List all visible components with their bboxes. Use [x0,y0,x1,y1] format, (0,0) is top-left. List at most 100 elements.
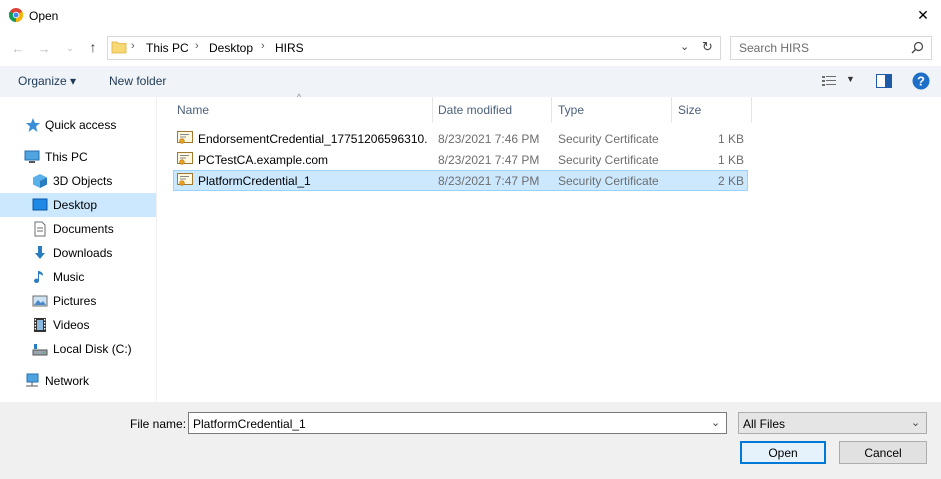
desktop-icon [32,198,48,211]
sidebar-item-label: 3D Objects [53,174,113,188]
sidebar-item-3d-objects[interactable]: 3D Objects [0,169,156,193]
local-disk-icon [32,344,48,356]
navigation-pane: Quick access This PC 3D Objects Desktop … [0,97,156,402]
sidebar-item-documents[interactable]: Documents [0,217,156,241]
command-bar: Organize ▾ New folder ▼ ? [0,66,941,97]
sidebar-item-quick-access[interactable]: Quick access [0,113,156,137]
sidebar-item-network[interactable]: Network [0,369,156,393]
sidebar-item-label: Music [53,270,85,284]
column-header-label: Name [177,103,210,117]
preview-pane-icon[interactable] [876,74,892,88]
sidebar-item-pictures[interactable]: Pictures [0,289,156,313]
sidebar-item-label: Network [45,374,90,388]
svg-text:?: ? [917,74,925,89]
chevron-down-icon[interactable]: ⌄ [711,416,720,429]
sidebar-item-label: Downloads [53,246,113,260]
new-folder-button[interactable]: New folder [109,74,166,88]
sidebar-item-desktop[interactable]: Desktop [0,193,156,217]
refresh-icon[interactable]: ↻ [702,39,713,55]
file-name: PCTestCA.example.com [198,153,329,167]
up-button[interactable]: ↑ [84,37,102,57]
search-icon [911,41,924,54]
sidebar-item-label: Quick access [45,118,117,132]
sidebar-item-this-pc[interactable]: This PC [0,145,156,169]
forward-button[interactable]: → [34,38,54,58]
column-header-type[interactable]: Type [558,97,668,123]
breadcrumb-hirs[interactable]: HIRS [275,41,304,55]
chevron-down-icon: ⌄ [911,417,921,429]
chevron-down-icon: ⌄ [66,42,74,53]
file-size: 1 KB [717,132,744,146]
file-type-value: All Files [743,417,786,431]
arrow-up-icon: ↑ [89,39,97,55]
view-details-icon[interactable] [822,75,838,87]
pictures-icon [32,295,48,307]
column-header-size[interactable]: Size [678,97,748,123]
column-header-name[interactable]: Name [177,97,427,123]
sidebar-item-local-disk[interactable]: Local Disk (C:) [0,337,156,361]
file-row-selected[interactable]: PlatformCredential_1 8/23/2021 7:47 PM S… [173,170,748,191]
file-row[interactable]: EndorsementCredential_17751206596310... … [173,128,748,149]
file-date-modified: 8/23/2021 7:47 PM [438,174,540,188]
breadcrumb-this-pc[interactable]: This PC [146,41,189,55]
folder-icon [111,41,127,54]
title-bar: Open ✕ [0,0,941,31]
arrow-right-icon: → [37,40,51,56]
pane-divider [156,97,157,402]
videos-icon [34,318,46,332]
open-button[interactable]: Open [740,441,826,464]
view-options-chevron-icon[interactable]: ▼ [846,74,855,84]
close-icon: ✕ [917,7,929,23]
file-size: 1 KB [717,153,744,167]
certificate-icon [177,152,193,165]
column-divider[interactable] [551,97,552,123]
cancel-button[interactable]: Cancel [839,441,927,464]
breadcrumb-separator: › [195,40,199,52]
column-header-date-modified[interactable]: Date modified [438,97,548,123]
search-input[interactable]: Search HIRS [739,41,809,55]
sidebar-item-label: Videos [53,318,90,332]
column-divider[interactable] [751,97,752,123]
breadcrumb-separator: › [261,40,265,52]
certificate-icon [177,131,193,144]
column-divider[interactable] [432,97,433,123]
file-name-value: PlatformCredential_1 [193,417,306,431]
organize-button[interactable]: Organize ▾ [18,74,76,88]
close-button[interactable]: ✕ [905,0,941,31]
window-title: Open [29,9,59,23]
cancel-button-label: Cancel [864,445,902,460]
file-date-modified: 8/23/2021 7:47 PM [438,153,540,167]
column-header-label: Type [558,103,585,117]
file-row[interactable]: PCTestCA.example.com 8/23/2021 7:47 PM S… [173,149,748,170]
sidebar-item-downloads[interactable]: Downloads [0,241,156,265]
file-type: Security Certificate [558,132,659,146]
sidebar-item-label: Pictures [53,294,97,308]
breadcrumb-desktop[interactable]: Desktop [209,41,253,55]
network-icon [26,373,39,387]
help-icon[interactable]: ? [912,72,930,90]
file-size: 2 KB [717,174,744,188]
file-type-select[interactable]: All Files ⌄ [738,412,927,434]
column-header-label: Size [678,103,702,117]
address-dropdown-chevron-icon[interactable]: ⌄ [680,40,689,53]
back-button[interactable]: ← [8,38,28,58]
music-icon [34,271,43,283]
file-date-modified: 8/23/2021 7:46 PM [438,132,540,146]
open-button-label: Open [768,445,798,460]
recent-locations-button[interactable]: ⌄ [62,38,78,58]
arrow-left-icon: ← [11,40,25,56]
column-divider[interactable] [671,97,672,123]
file-name-input[interactable]: PlatformCredential_1 ⌄ [188,412,727,434]
address-bar[interactable]: › This PC › Desktop › HIRS ⌄ ↻ [107,36,721,60]
sidebar-item-music[interactable]: Music [0,265,156,289]
file-type: Security Certificate [558,153,659,167]
documents-icon [34,221,46,237]
file-name-label: File name: [130,417,187,431]
certificate-icon [177,173,193,186]
sidebar-item-videos[interactable]: Videos [0,313,156,337]
chrome-icon [9,8,23,22]
search-box[interactable]: Search HIRS [730,36,932,60]
sidebar-item-label: Documents [53,222,114,236]
sidebar-item-label: Local Disk (C:) [53,342,132,356]
file-type: Security Certificate [558,174,659,188]
